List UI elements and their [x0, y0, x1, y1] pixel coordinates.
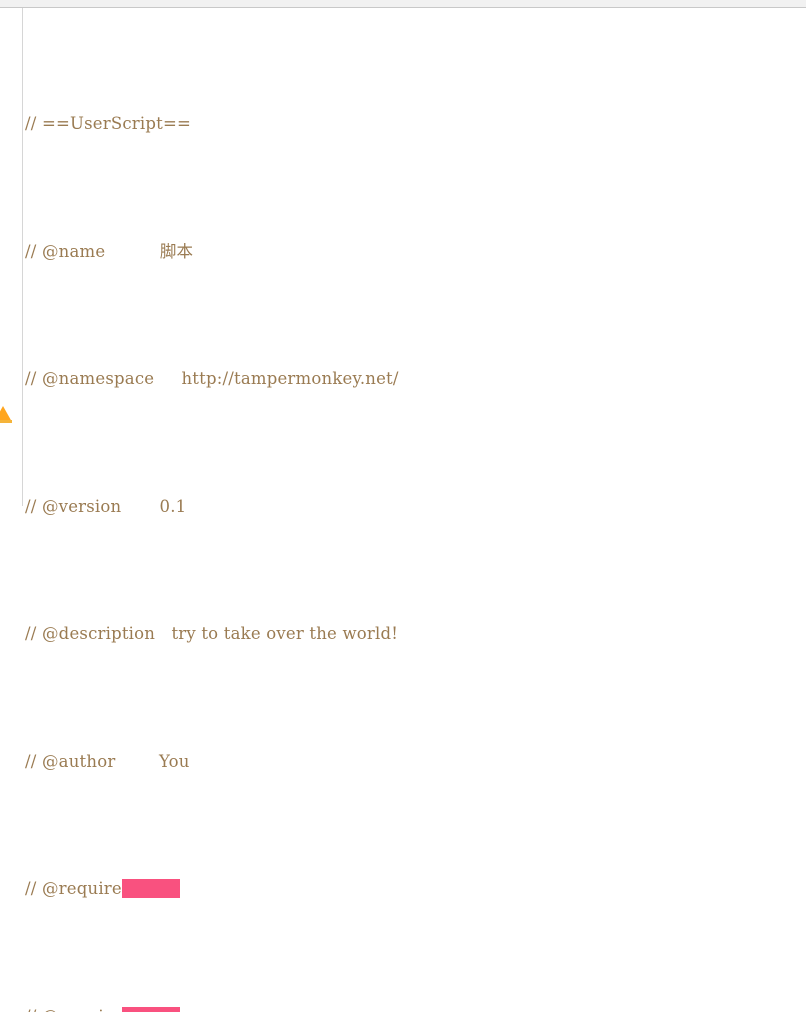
meta-tag-name: @name — [42, 242, 105, 261]
meta-value-description: try to take over the world! — [171, 624, 398, 643]
meta-value-namespace: http://tampermonkey.net/ — [181, 369, 398, 388]
meta-tag-author: @author — [42, 752, 115, 771]
meta-value-version: 0.1 — [160, 497, 187, 516]
toolbar-bottom-edge — [0, 0, 806, 8]
comment-slashes: // — [25, 879, 37, 898]
code-line-meta-namespace[interactable]: // @namespace http://tampermonkey.net/ — [25, 366, 806, 392]
comment-slashes: // — [25, 369, 37, 388]
meta-tag-namespace: @namespace — [42, 369, 154, 388]
meta-tag-require: @require — [42, 879, 122, 898]
code-line-meta-name[interactable]: // @name 脚本 — [25, 239, 806, 265]
code-content[interactable]: // ==UserScript== // @name 脚本 // @namesp… — [25, 9, 806, 1012]
comment-slashes: // — [25, 242, 37, 261]
comment-slashes: // — [25, 624, 37, 643]
code-editor-root: // ==UserScript== // @name 脚本 // @namesp… — [0, 0, 806, 506]
meta-tag-version: @version — [42, 497, 121, 516]
warning-triangle-marker-base — [0, 420, 12, 423]
redaction-block-require-1 — [122, 879, 180, 898]
comment-slashes: // — [25, 497, 37, 516]
meta-value-author: You — [159, 752, 190, 771]
code-line-meta-description[interactable]: // @description try to take over the wor… — [25, 621, 806, 647]
metadata-header-comment: // ==UserScript== — [25, 114, 191, 133]
meta-value-name: 脚本 — [160, 242, 193, 261]
redaction-block-require-2 — [122, 1007, 180, 1012]
comment-slashes: // — [25, 1007, 37, 1012]
meta-tag-require: @require — [42, 1007, 122, 1012]
code-line-meta-require-2[interactable]: // @require — [25, 1004, 806, 1012]
editor-gutter[interactable] — [0, 8, 22, 506]
code-line-meta-require-1[interactable]: // @require — [25, 876, 806, 902]
meta-tag-description: @description — [42, 624, 155, 643]
code-line-meta-version[interactable]: // @version 0.1 — [25, 494, 806, 520]
comment-slashes: // — [25, 752, 37, 771]
gutter-divider — [22, 8, 23, 506]
code-line-userscript-header[interactable]: // ==UserScript== — [25, 111, 806, 137]
code-line-meta-author[interactable]: // @author You — [25, 749, 806, 775]
